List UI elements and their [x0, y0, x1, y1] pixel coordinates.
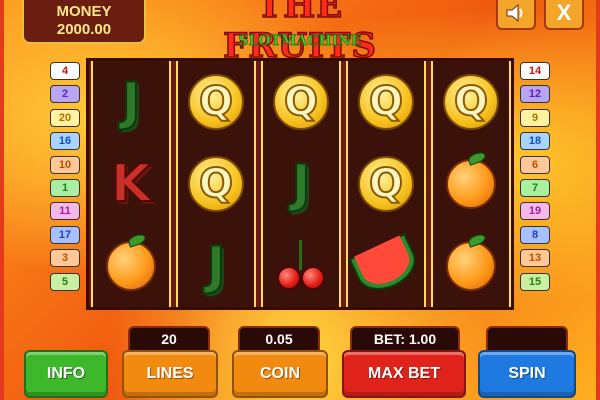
- money-display: MONEY 2000.00: [22, 0, 146, 44]
- reel-cell: J: [93, 61, 169, 143]
- reel-cell: Q: [178, 61, 254, 143]
- reel-2: QQJ: [176, 61, 256, 307]
- reel-cell: [348, 225, 424, 307]
- reel-5: Q: [431, 61, 511, 307]
- reel-cell: Q: [178, 143, 254, 225]
- payline-marker-right-14[interactable]: 14: [520, 62, 550, 80]
- symbol-j: J: [205, 236, 226, 296]
- cherry-icon: [271, 236, 331, 296]
- payline-marker-right-12[interactable]: 12: [520, 85, 550, 104]
- money-value: 2000.00: [56, 21, 112, 38]
- money-label: MONEY: [56, 3, 112, 20]
- symbol-q: Q: [273, 74, 329, 130]
- game-subtitle: SLOTMACHINE: [238, 33, 362, 50]
- reel-cell: [93, 225, 169, 307]
- payline-marker-right-6[interactable]: 6: [520, 155, 550, 174]
- close-button[interactable]: X: [544, 0, 584, 30]
- payline-marker-left-2[interactable]: 2: [50, 85, 80, 104]
- symbol-q: Q: [358, 156, 414, 212]
- reel-cell: Q: [433, 61, 509, 143]
- max-bet-button[interactable]: MAX BET: [342, 350, 466, 398]
- payline-marker-right-13[interactable]: 13: [520, 249, 550, 268]
- symbol-q: Q: [443, 74, 499, 130]
- payline-marker-right-7[interactable]: 7: [520, 179, 550, 197]
- watermelon-icon: [348, 232, 424, 300]
- payline-marker-right-18[interactable]: 18: [520, 132, 550, 151]
- symbol-j: J: [290, 154, 311, 214]
- reel-1: JK: [91, 61, 171, 307]
- reel-cell: Q: [263, 61, 339, 143]
- close-icon: X: [556, 0, 572, 25]
- reel-cell: K: [93, 143, 169, 225]
- payline-marker-left-17[interactable]: 17: [50, 225, 80, 244]
- reels-area: JKQQJQJQQQ: [86, 58, 514, 310]
- payline-marker-left-3[interactable]: 3: [50, 249, 80, 268]
- payline-marker-left-5[interactable]: 5: [50, 272, 80, 291]
- payline-marker-left-20[interactable]: 20: [50, 108, 80, 127]
- payline-marker-left-10[interactable]: 10: [50, 155, 80, 174]
- payline-marker-right-15[interactable]: 15: [520, 272, 550, 291]
- reel-cell: [263, 225, 339, 307]
- bet-value: BET: 1.00: [350, 326, 460, 350]
- orange-icon: [106, 232, 156, 291]
- reel-cell: [433, 225, 509, 307]
- symbol-q: Q: [188, 156, 244, 212]
- coin-button[interactable]: COIN: [232, 350, 328, 398]
- symbol-k: K: [110, 154, 152, 214]
- sound-button[interactable]: [496, 0, 536, 30]
- orange-icon: [446, 232, 496, 291]
- reel-cell: [433, 143, 509, 225]
- payline-marker-left-4[interactable]: 4: [50, 62, 80, 80]
- reel-cell: Q: [348, 143, 424, 225]
- lines-value: 20: [128, 326, 210, 350]
- symbol-q: Q: [358, 74, 414, 130]
- symbol-j: J: [120, 72, 141, 132]
- payline-marker-right-9[interactable]: 9: [520, 108, 550, 127]
- reel-cell: Q: [348, 61, 424, 143]
- coin-value: 0.05: [238, 326, 320, 350]
- speaker-icon: [506, 3, 523, 23]
- payline-marker-right-8[interactable]: 8: [520, 225, 550, 244]
- info-button[interactable]: INFO: [24, 350, 108, 398]
- spin-button[interactable]: SPIN: [478, 350, 576, 398]
- payline-marker-left-16[interactable]: 16: [50, 132, 80, 151]
- payline-marker-right-19[interactable]: 19: [520, 202, 550, 221]
- payline-marker-left-1[interactable]: 1: [50, 179, 80, 197]
- orange-icon: [446, 150, 496, 209]
- payline-marker-left-11[interactable]: 11: [50, 202, 80, 221]
- reel-cell: J: [178, 225, 254, 307]
- reel-cell: J: [263, 143, 339, 225]
- reel-4: QQ: [346, 61, 426, 307]
- win-field: [486, 326, 568, 350]
- lines-button[interactable]: LINES: [122, 350, 218, 398]
- symbol-q: Q: [188, 74, 244, 130]
- reel-3: QJ: [261, 61, 341, 307]
